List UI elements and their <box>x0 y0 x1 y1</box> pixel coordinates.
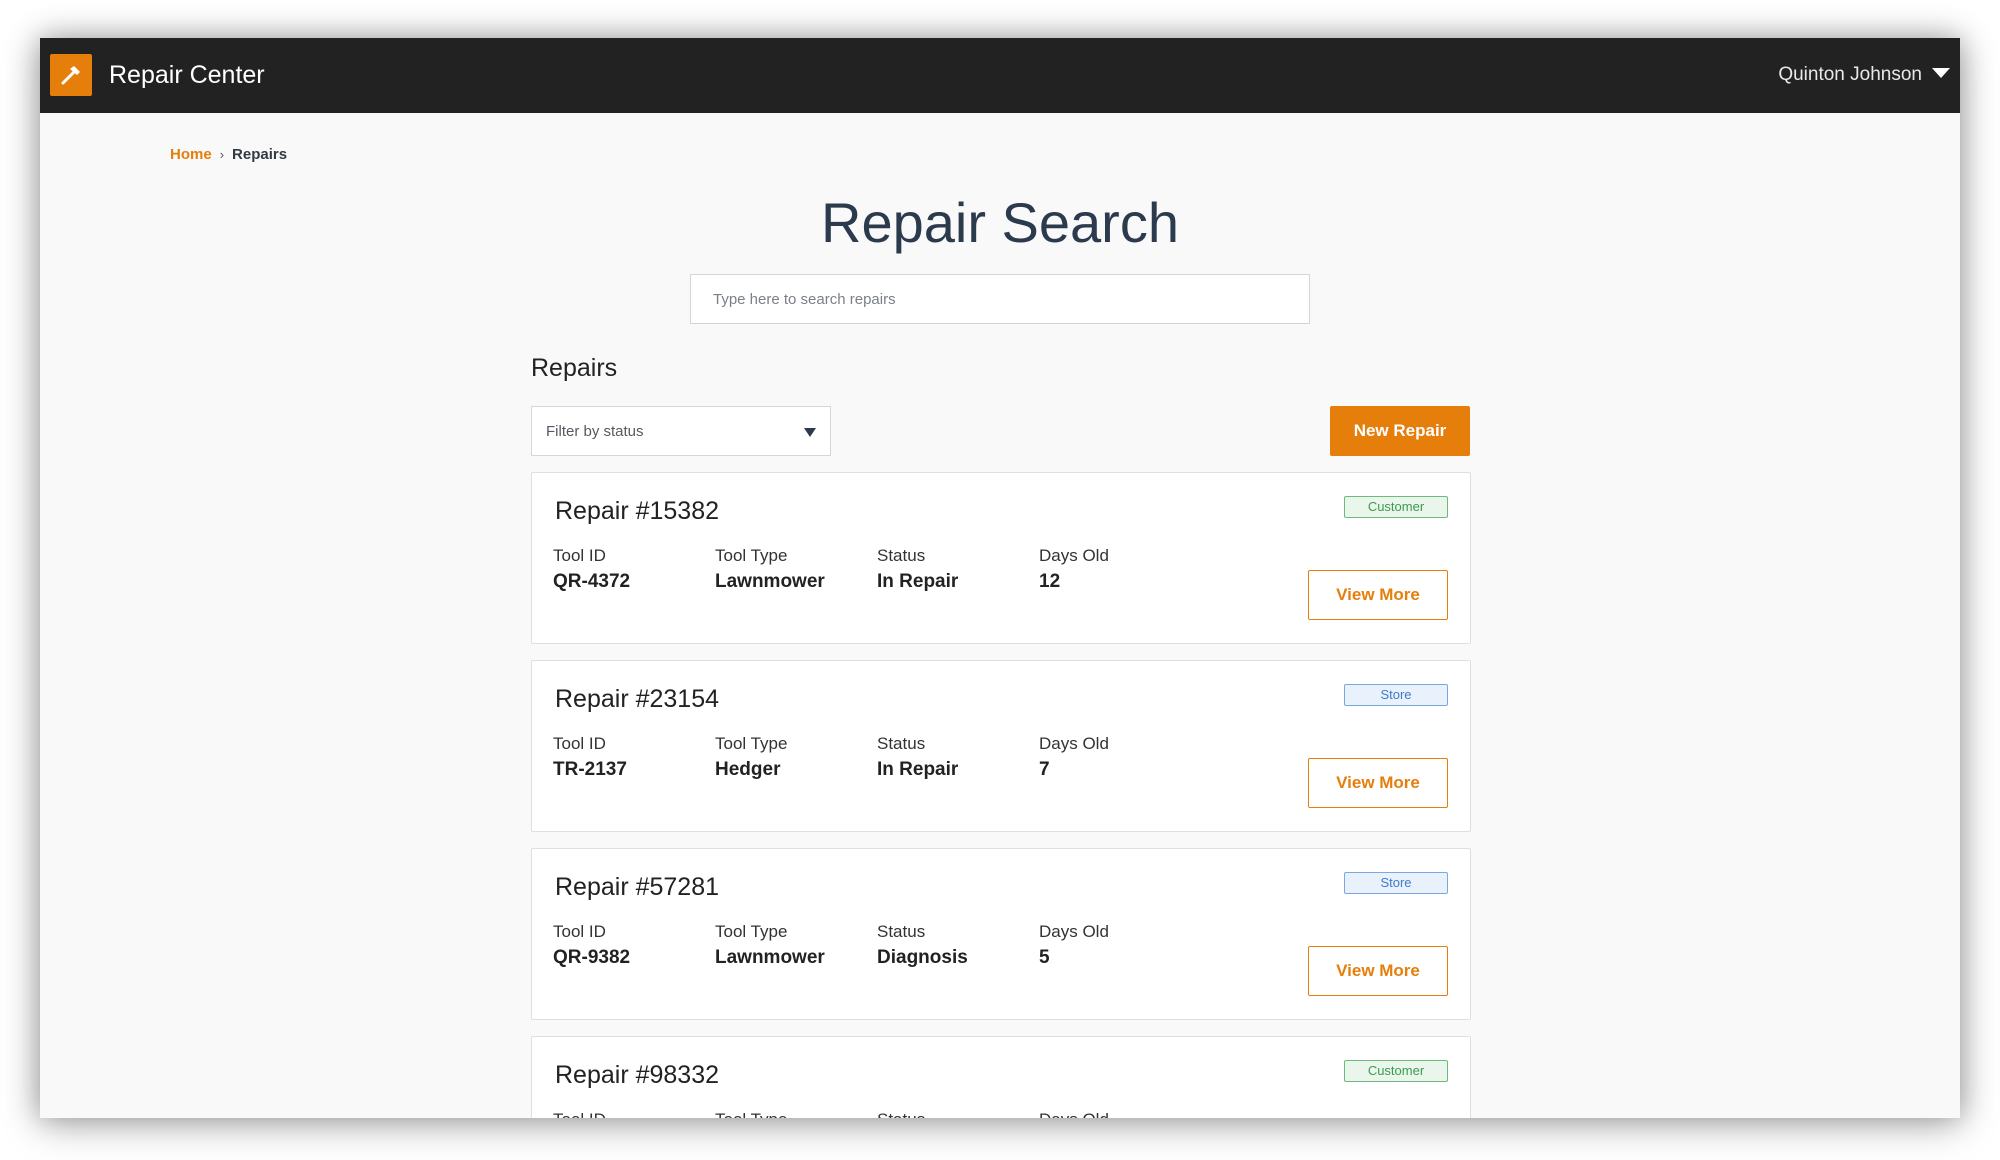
status-filter-select[interactable]: Filter by status <box>531 406 831 456</box>
repair-title: Repair #23154 <box>555 685 720 713</box>
repair-source-badge: Store <box>1344 684 1448 706</box>
tool-id-field: Tool ID <box>553 1109 713 1118</box>
tool-type-label: Tool Type <box>715 546 788 565</box>
days-old-field: Days Old 5 <box>1039 921 1199 971</box>
tool-id-value: TR-2137 <box>553 759 627 780</box>
search-input[interactable] <box>690 274 1310 324</box>
tool-id-label: Tool ID <box>553 734 606 753</box>
status-label: Status <box>877 922 926 941</box>
tool-id-value: QR-4372 <box>553 571 631 592</box>
caret-down-icon <box>804 428 816 437</box>
repair-title: Repair #57281 <box>555 873 720 901</box>
tool-type-field: Tool Type Lawnmower <box>715 545 875 595</box>
tool-type-value: Lawnmower <box>715 571 825 592</box>
days-old-field: Days Old 7 <box>1039 733 1199 783</box>
repair-title: Repair #98332 <box>555 1061 720 1089</box>
view-more-button[interactable]: View More <box>1308 946 1448 996</box>
view-more-button[interactable]: View More <box>1308 758 1448 808</box>
tool-id-label: Tool ID <box>553 1109 713 1118</box>
days-old-value: 7 <box>1039 759 1050 780</box>
hammer-icon[interactable] <box>50 54 92 96</box>
status-value: In Repair <box>877 759 959 780</box>
chevron-right-icon: › <box>219 146 225 162</box>
status-label: Status <box>877 1109 1037 1118</box>
view-more-button[interactable]: View More <box>1308 570 1448 620</box>
days-old-label: Days Old <box>1039 546 1109 565</box>
tool-id-field: Tool ID QR-9382 <box>553 921 713 971</box>
tool-type-label: Tool Type <box>715 1109 875 1118</box>
tool-id-field: Tool ID TR-2137 <box>553 733 713 783</box>
status-field: Status <box>877 1109 1037 1118</box>
page-title: Repair Search <box>821 191 1179 254</box>
tool-id-label: Tool ID <box>553 922 606 941</box>
user-name[interactable]: Quinton Johnson <box>1778 60 1922 90</box>
days-old-value: 12 <box>1039 571 1061 592</box>
user-menu[interactable]: Quinton Johnson <box>1778 60 1950 90</box>
tool-type-field: Tool Type Hedger <box>715 733 875 783</box>
tool-type-label: Tool Type <box>715 922 788 941</box>
app-title[interactable]: Repair Center <box>109 59 265 91</box>
status-field: Status In Repair <box>877 733 1037 783</box>
section-title: Repairs <box>531 354 618 382</box>
status-label: Status <box>877 734 926 753</box>
repair-card: Repair #15382 Customer Tool ID QR-4372 T… <box>531 472 1471 644</box>
new-repair-button[interactable]: New Repair <box>1330 406 1470 456</box>
filter-placeholder: Filter by status <box>546 423 644 440</box>
tool-type-value: Hedger <box>715 759 781 780</box>
repair-title: Repair #15382 <box>555 497 720 525</box>
repair-card: Repair #57281 Store Tool ID QR-9382 Tool… <box>531 848 1471 1020</box>
breadcrumb: Home › Repairs <box>170 144 287 164</box>
status-value: In Repair <box>877 571 959 592</box>
status-label: Status <box>877 546 926 565</box>
tool-type-field: Tool Type Lawnmower <box>715 921 875 971</box>
status-field: Status Diagnosis <box>877 921 1037 971</box>
days-old-label: Days Old <box>1039 734 1109 753</box>
repair-card: Repair #98332 Customer Tool ID Tool Type… <box>531 1036 1471 1118</box>
tool-type-value: Lawnmower <box>715 947 825 968</box>
tool-id-label: Tool ID <box>553 546 606 565</box>
status-field: Status In Repair <box>877 545 1037 595</box>
days-old-label: Days Old <box>1039 922 1109 941</box>
repair-card: Repair #23154 Store Tool ID TR-2137 Tool… <box>531 660 1471 832</box>
top-navbar: Repair Center Quinton Johnson <box>40 38 1960 113</box>
repair-source-badge: Customer <box>1344 1060 1448 1082</box>
tool-id-value: QR-9382 <box>553 947 631 968</box>
repair-source-badge: Store <box>1344 872 1448 894</box>
repair-source-badge: Customer <box>1344 496 1448 518</box>
app-window: Repair Center Quinton Johnson Home › Rep… <box>40 38 1960 1118</box>
days-old-value: 5 <box>1039 947 1050 968</box>
tool-type-label: Tool Type <box>715 734 788 753</box>
caret-down-icon[interactable] <box>1932 66 1950 84</box>
status-value: Diagnosis <box>877 947 968 968</box>
days-old-field: Days Old 12 <box>1039 545 1199 595</box>
days-old-field: Days Old <box>1039 1109 1199 1118</box>
tool-type-field: Tool Type <box>715 1109 875 1118</box>
days-old-label: Days Old <box>1039 1109 1199 1118</box>
breadcrumb-current: Repairs <box>232 145 288 163</box>
tool-id-field: Tool ID QR-4372 <box>553 545 713 595</box>
breadcrumb-home-link[interactable]: Home <box>170 146 212 163</box>
